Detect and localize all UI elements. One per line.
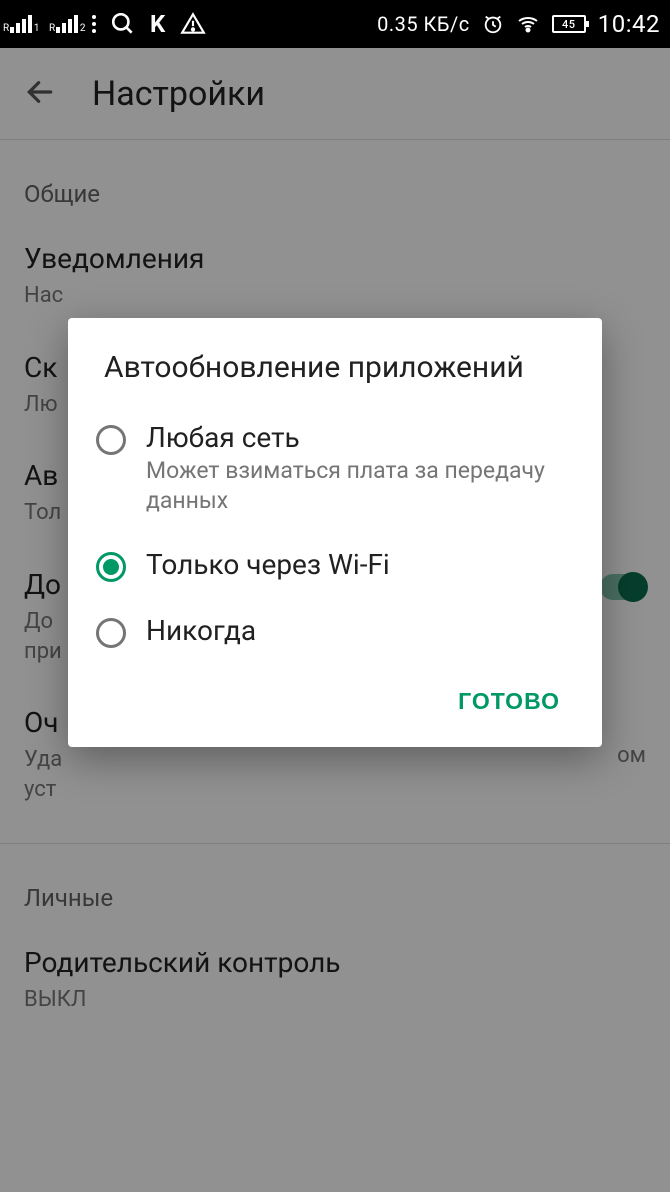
- radio-icon: [96, 425, 126, 455]
- radio-option-never[interactable]: Никогда: [68, 598, 602, 664]
- k-icon: K: [150, 10, 166, 38]
- radio-option-any-network[interactable]: Любая сеть Может взиматься плата за пере…: [68, 405, 602, 532]
- radio-icon: [96, 618, 126, 648]
- done-button[interactable]: ГОТОВО: [444, 678, 574, 725]
- clock: 10:42: [598, 10, 660, 38]
- more-dots-icon: [92, 15, 96, 33]
- radio-sub: Может взиматься плата за передачу данных: [146, 456, 566, 516]
- net-speed: 0.35 КБ/с: [377, 12, 470, 36]
- signal-sim1-icon: R 1: [10, 15, 32, 33]
- battery-percent: 45: [562, 18, 576, 31]
- warning-triangle-icon: [180, 11, 206, 37]
- status-bar: R 1 R 2 K 0.35 КБ/с: [0, 0, 670, 48]
- wifi-icon: [516, 12, 540, 36]
- radio-option-wifi-only[interactable]: Только через Wi-Fi: [68, 532, 602, 598]
- search-icon: [110, 11, 136, 37]
- battery-icon: 45: [552, 15, 586, 33]
- alarm-icon: [482, 13, 504, 35]
- radio-label: Никогда: [146, 614, 256, 647]
- radio-label: Только через Wi-Fi: [146, 548, 390, 581]
- autoupdate-dialog: Автообновление приложений Любая сеть Мож…: [68, 318, 602, 747]
- radio-icon: [96, 552, 126, 582]
- radio-label: Любая сеть: [146, 421, 566, 454]
- dialog-title: Автообновление приложений: [68, 348, 602, 405]
- signal-sim2-icon: R 2: [56, 15, 78, 33]
